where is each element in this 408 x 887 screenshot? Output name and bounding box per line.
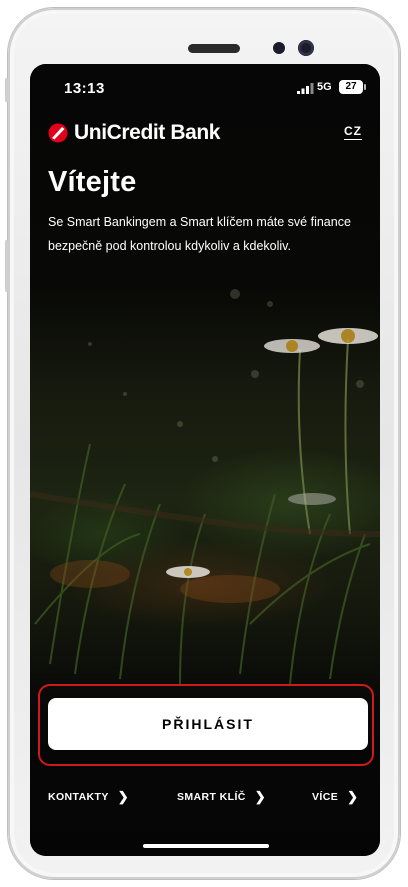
earpiece-speaker [188, 44, 240, 53]
unicredit-logo-icon [48, 123, 68, 143]
more-link[interactable]: VÍCE ❯ [312, 789, 358, 805]
volume-button [5, 240, 8, 292]
language-toggle[interactable]: CZ [344, 124, 362, 140]
home-indicator[interactable] [143, 844, 269, 848]
brand-header: UniCredit Bank [48, 120, 220, 146]
signal-icon [297, 83, 314, 94]
contacts-label: KONTAKTY [48, 791, 109, 803]
status-time: 13:13 [64, 80, 105, 97]
network-label: 5G [317, 81, 332, 93]
chevron-right-icon: ❯ [117, 789, 130, 804]
login-button[interactable]: PŘIHLÁSIT [48, 698, 368, 750]
chevron-right-icon: ❯ [254, 789, 267, 804]
app-screen: 13:13 5G 27 UniCredit Bank CZ Vítejte Se… [30, 64, 380, 856]
more-label: VÍCE [312, 791, 339, 803]
chevron-right-icon: ❯ [347, 789, 359, 804]
smart-key-link[interactable]: SMART KLÍČ ❯ [177, 789, 266, 805]
smart-key-label: SMART KLÍČ [177, 791, 246, 803]
sensor-icon [273, 42, 285, 54]
power-button [5, 78, 8, 102]
welcome-subtitle: Se Smart Bankingem a Smart klíčem máte s… [48, 215, 351, 253]
status-bar: 13:13 5G 27 [30, 64, 380, 110]
battery-icon: 27 [339, 80, 366, 94]
welcome-title: Vítejte [48, 166, 137, 198]
brand-name: UniCredit Bank [74, 121, 221, 144]
contacts-link[interactable]: KONTAKTY ❯ [48, 789, 129, 805]
front-camera-icon [298, 40, 314, 56]
